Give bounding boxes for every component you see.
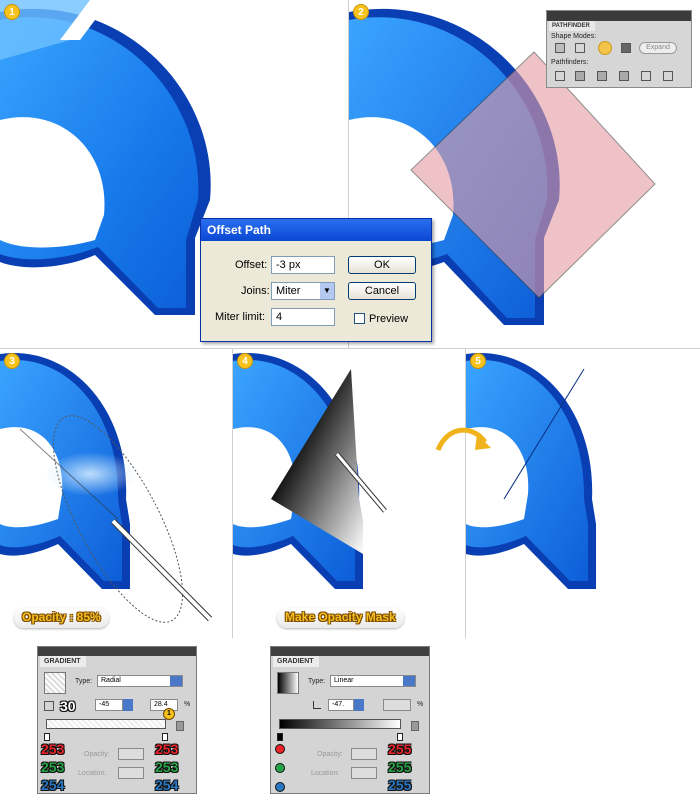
offset-label: Offset:: [235, 259, 268, 271]
divide-icon[interactable]: [555, 71, 565, 81]
offset-path-dialog: Offset Path Offset: -3 px Joins: Miter ▼…: [200, 218, 432, 342]
opacity-label: Opacity:: [317, 751, 343, 758]
right-blue-value: 254: [155, 777, 179, 793]
step3-panel: 3: [0, 349, 232, 638]
crop-icon[interactable]: [619, 71, 629, 81]
type-select[interactable]: Linear: [330, 675, 416, 687]
step-badge-2: 2: [353, 4, 369, 20]
pathfinder-header: [547, 11, 691, 21]
left-blue-value: 254: [41, 777, 65, 793]
merge-icon[interactable]: [597, 71, 607, 81]
opacity-label: Opacity : 85%: [14, 608, 109, 628]
opacity-input[interactable]: [118, 748, 144, 760]
pathfinder-panel: PATHFINDER Shape Modes: Expand Pathfinde…: [546, 10, 692, 88]
opacity-label: Opacity:: [84, 751, 110, 758]
minus-back-icon[interactable]: [663, 71, 673, 81]
type-label: Type:: [75, 678, 93, 685]
type-label: Type:: [308, 678, 326, 685]
step-badge-3: 3: [4, 353, 20, 369]
shape-modes-label: Shape Modes:: [551, 33, 597, 40]
step4-panel: 4: [233, 349, 465, 638]
angle-input[interactable]: -45: [95, 699, 123, 711]
ok-button[interactable]: OK: [348, 256, 416, 274]
angle-badge: 30: [60, 698, 76, 714]
gradient-panel-radial: GRADIENT Type: Radial 30 -45 28.4 % 1 Op…: [37, 646, 197, 794]
right-red-value: 255: [388, 741, 412, 757]
stop-marker-badge: 1: [163, 708, 175, 720]
offset-input[interactable]: -3 px: [271, 256, 335, 274]
gradient-panel-topbar: [38, 647, 196, 656]
angle-icon: [313, 701, 321, 709]
red-channel-icon: [275, 744, 285, 754]
minus-front-icon[interactable]: [575, 43, 585, 53]
aspect-percent: %: [184, 701, 191, 708]
green-channel-icon: [275, 763, 285, 773]
trim-icon[interactable]: [575, 71, 585, 81]
location-input[interactable]: [118, 767, 144, 779]
gradient-slider[interactable]: [279, 719, 401, 729]
joins-value: Miter: [276, 285, 301, 297]
aspect-percent: %: [417, 701, 424, 708]
angle-stepper-icon[interactable]: [354, 699, 364, 711]
location-label: Location:: [78, 770, 107, 777]
reverse-gradient-icon[interactable]: [44, 701, 54, 711]
blue-q-shape-3: [0, 352, 213, 623]
location-label: Location:: [311, 770, 340, 777]
gradient-panel-topbar: [271, 647, 429, 656]
outline-icon[interactable]: [641, 71, 651, 81]
aspect-input[interactable]: [383, 699, 411, 711]
right-green-value: 255: [388, 759, 412, 775]
type-value: Radial: [101, 677, 121, 684]
gradient-panel-linear: GRADIENT Type: Linear -47. % Opacity: Lo…: [270, 646, 430, 794]
miter-limit-input[interactable]: 4: [271, 308, 335, 326]
chevron-down-icon[interactable]: [170, 676, 182, 686]
dialog-title: Offset Path: [201, 219, 431, 241]
exclude-icon[interactable]: [621, 43, 631, 53]
preview-checkbox[interactable]: [354, 313, 365, 324]
joins-label: Joins:: [241, 285, 270, 297]
gradient-tab[interactable]: GRADIENT: [40, 656, 86, 667]
cancel-button[interactable]: Cancel: [348, 282, 416, 300]
left-green-value: 253: [41, 759, 65, 775]
right-red-value: 253: [155, 741, 179, 757]
blue-channel-icon: [275, 782, 285, 792]
miter-limit-label: Miter limit:: [215, 311, 266, 323]
trash-icon[interactable]: [176, 721, 184, 731]
left-color-stop[interactable]: [44, 733, 50, 741]
joins-select[interactable]: Miter ▼: [271, 282, 335, 300]
location-input[interactable]: [351, 767, 377, 779]
gradient-slider[interactable]: [46, 719, 166, 729]
chevron-down-icon[interactable]: [403, 676, 415, 686]
right-blue-value: 255: [388, 777, 412, 793]
left-color-stop[interactable]: [277, 733, 283, 741]
expand-button[interactable]: Expand: [639, 42, 677, 54]
step-badge-1: 1: [4, 4, 20, 20]
intersect-icon[interactable]: [598, 41, 612, 55]
chevron-down-icon[interactable]: ▼: [320, 283, 334, 299]
angle-stepper-icon[interactable]: [123, 699, 133, 711]
pathfinders-label: Pathfinders:: [551, 59, 589, 66]
pathfinder-tab[interactable]: PATHFINDER: [549, 21, 595, 31]
angle-input[interactable]: -47.: [328, 699, 354, 711]
type-select[interactable]: Radial: [97, 675, 183, 687]
left-red-value: 253: [41, 741, 65, 757]
type-value: Linear: [334, 677, 354, 684]
blue-q-shape-4: [233, 352, 387, 589]
step-badge-4: 4: [237, 353, 253, 369]
step5-panel: 5: [466, 349, 700, 638]
right-green-value: 253: [155, 759, 179, 775]
right-color-stop[interactable]: [397, 733, 403, 741]
trash-icon[interactable]: [411, 721, 419, 731]
preview-label: Preview: [369, 313, 409, 325]
right-color-stop[interactable]: [162, 733, 168, 741]
unite-icon[interactable]: [555, 43, 565, 53]
opacity-input[interactable]: [351, 748, 377, 760]
curved-arrow-icon: [435, 427, 491, 452]
blue-q-shape-5: [466, 352, 596, 589]
gradient-swatch[interactable]: [44, 672, 66, 694]
step-badge-5: 5: [470, 353, 486, 369]
gradient-swatch[interactable]: [277, 672, 299, 694]
gradient-tab[interactable]: GRADIENT: [273, 656, 319, 667]
make-opacity-mask-label: Make Opacity Mask: [277, 608, 404, 628]
